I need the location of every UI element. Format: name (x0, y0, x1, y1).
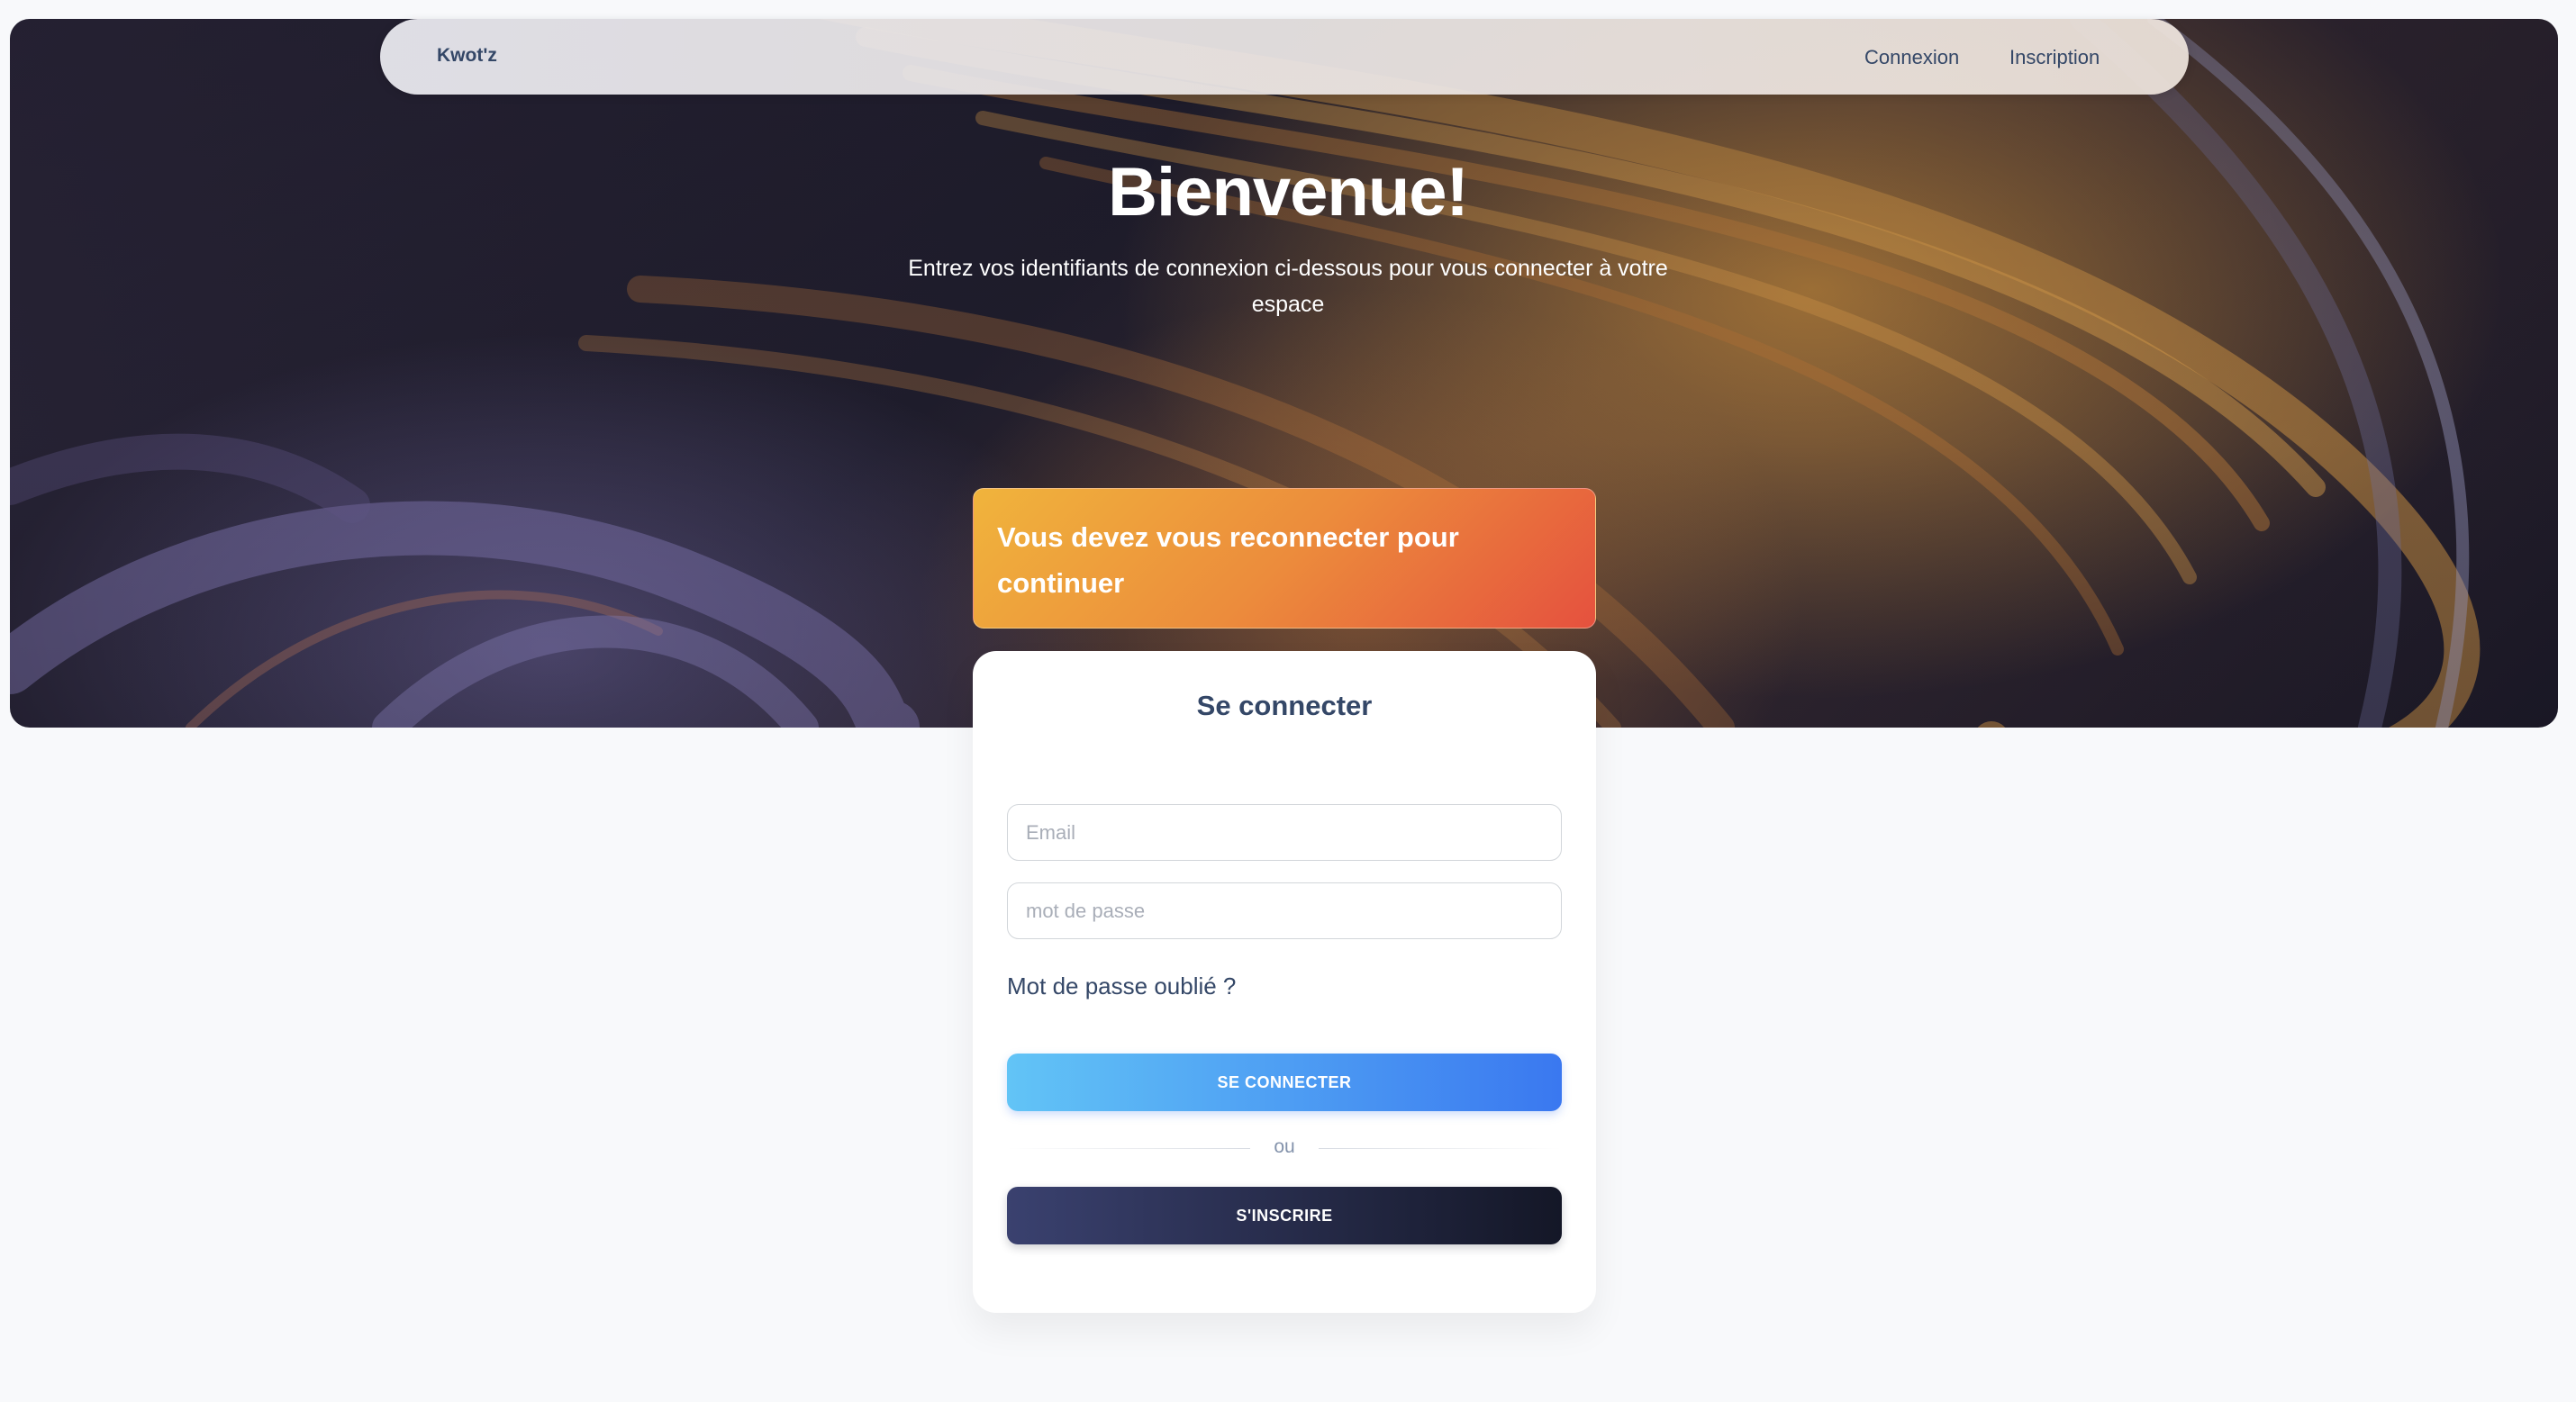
page-subtitle: Entrez vos identifiants de connexion ci-… (908, 256, 1668, 317)
top-navbar: Kwot'z Connexion Inscription (380, 19, 2189, 95)
login-card: Se connecter Mot de passe oublié ? SE CO… (973, 651, 1596, 1313)
forgot-password-link[interactable]: Mot de passe oublié ? (1007, 972, 1236, 1000)
nav-link-inscription[interactable]: Inscription (2009, 46, 2100, 69)
login-button[interactable]: SE CONNECTER (1007, 1054, 1562, 1111)
divider-line-right (1319, 1148, 1562, 1149)
reconnect-alert: Vous devez vous reconnecter pour continu… (973, 488, 1596, 629)
brand-logo[interactable]: Kwot'z (437, 45, 497, 67)
divider-text: ou (1274, 1136, 1295, 1157)
password-field[interactable] (1007, 882, 1562, 939)
email-field[interactable] (1007, 804, 1562, 861)
nav-link-connexion[interactable]: Connexion (1864, 46, 1959, 69)
page-title: Bienvenue! (1108, 154, 1469, 231)
signup-button[interactable]: S'INSCRIRE (1007, 1187, 1562, 1244)
login-card-title: Se connecter (1196, 690, 1373, 721)
